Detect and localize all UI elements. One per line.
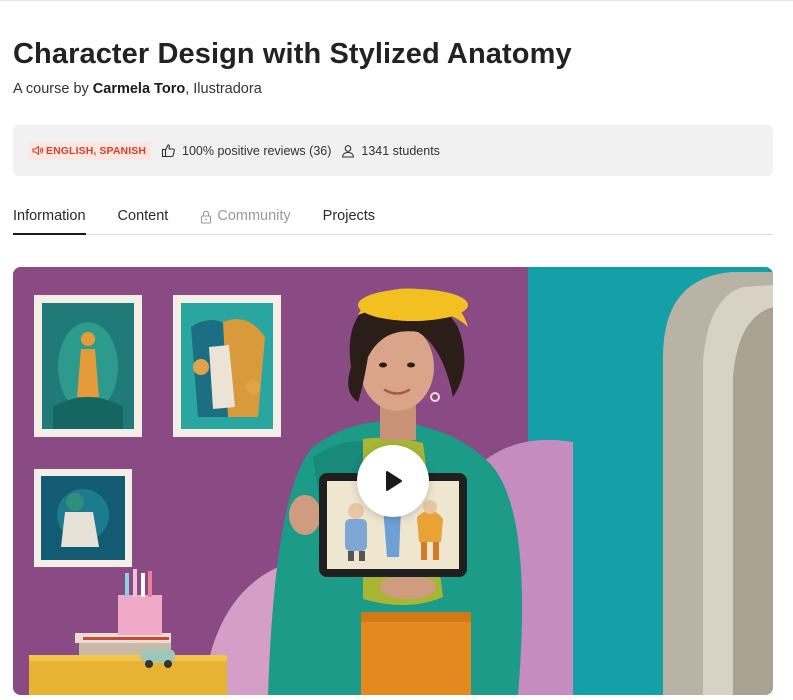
reviews-text: 100% positive reviews (36)	[182, 143, 332, 158]
author-role: , Ilustradora	[185, 81, 262, 97]
author-name-link[interactable]: Carmela Toro	[93, 81, 185, 97]
tab-information-label: Information	[13, 208, 86, 224]
tab-community[interactable]: Community	[200, 201, 291, 234]
tab-projects-label: Projects	[322, 208, 376, 224]
user-icon	[342, 144, 355, 158]
tab-information[interactable]: Information	[13, 201, 86, 235]
page-title: Character Design with Stylized Anatomy	[13, 38, 572, 70]
thumbs-up-icon	[161, 144, 175, 158]
reviews-item: 100% positive reviews (36)	[161, 143, 331, 158]
play-icon	[386, 471, 402, 491]
byline-prefix: A course by	[13, 81, 93, 97]
course-tabs: Information Content Community Projects	[13, 201, 773, 235]
tab-community-label: Community	[217, 208, 291, 224]
course-video-player[interactable]	[13, 267, 773, 695]
tab-content-label: Content	[117, 208, 169, 224]
language-badge: ENGLISH, SPANISH	[29, 141, 152, 160]
play-button[interactable]	[357, 445, 429, 517]
students-item: 1341 students	[341, 144, 440, 158]
lock-icon	[201, 210, 212, 224]
language-label: ENGLISH, SPANISH	[46, 144, 147, 157]
students-text: 1341 students	[361, 143, 440, 158]
tab-content[interactable]: Content	[118, 201, 169, 234]
course-byline: A course by Carmela Toro, Ilustradora	[13, 81, 262, 97]
top-divider	[0, 0, 793, 1]
course-info-bar: ENGLISH, SPANISH 100% positive reviews (…	[13, 125, 773, 176]
tab-projects[interactable]: Projects	[323, 201, 375, 234]
speaker-icon	[32, 145, 44, 156]
